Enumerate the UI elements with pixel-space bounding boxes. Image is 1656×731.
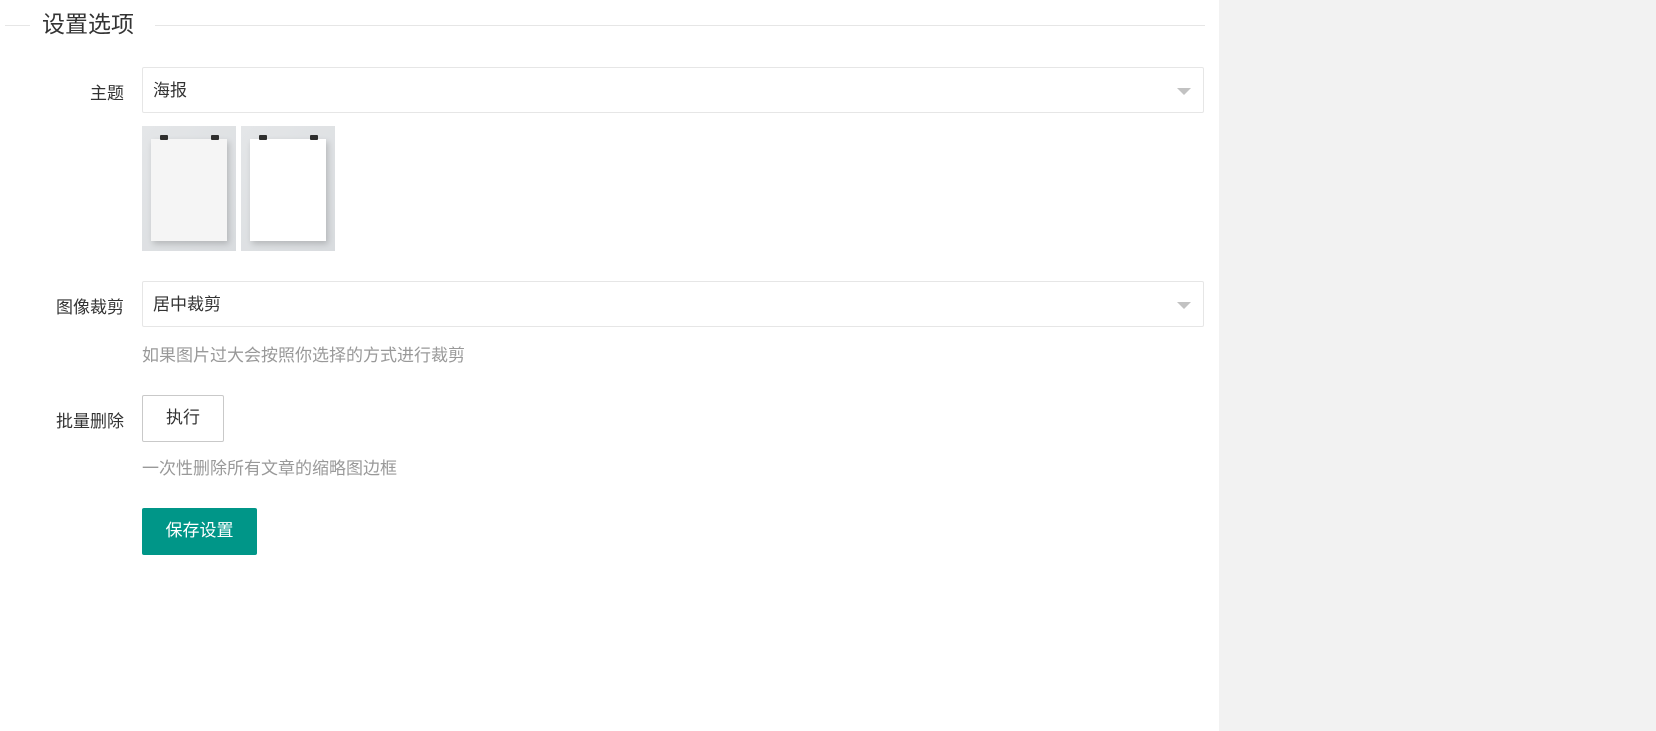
section-header: 设置选项 — [0, 0, 1205, 50]
clip-icon — [160, 135, 168, 140]
execute-button[interactable]: 执行 — [142, 395, 224, 442]
batch-delete-label: 批量删除 — [56, 412, 124, 432]
poster-theme-thumbnail-2[interactable] — [241, 126, 335, 251]
batch-delete-hint: 一次性删除所有文章的缩略图边框 — [142, 459, 397, 479]
theme-select[interactable]: 海报 — [142, 67, 1204, 113]
crop-select-value: 居中裁剪 — [153, 295, 221, 315]
theme-select-value: 海报 — [153, 81, 187, 101]
crop-label: 图像裁剪 — [56, 298, 124, 318]
paper-sheet — [250, 139, 326, 241]
clip-icon — [259, 135, 267, 140]
paper-sheet — [151, 139, 227, 241]
crop-select[interactable]: 居中裁剪 — [142, 281, 1204, 327]
clip-icon — [310, 135, 318, 140]
save-settings-button[interactable]: 保存设置 — [142, 508, 257, 555]
clip-icon — [211, 135, 219, 140]
theme-label: 主题 — [90, 84, 124, 104]
poster-theme-thumbnail-1[interactable] — [142, 126, 236, 251]
crop-hint: 如果图片过大会按照你选择的方式进行裁剪 — [142, 346, 465, 366]
section-title: 设置选项 — [42, 12, 134, 38]
caret-down-icon — [1177, 88, 1191, 95]
legend-divider-right — [155, 25, 1205, 26]
legend-divider-left — [5, 25, 30, 26]
caret-down-icon — [1177, 302, 1191, 309]
side-panel — [1219, 0, 1656, 731]
